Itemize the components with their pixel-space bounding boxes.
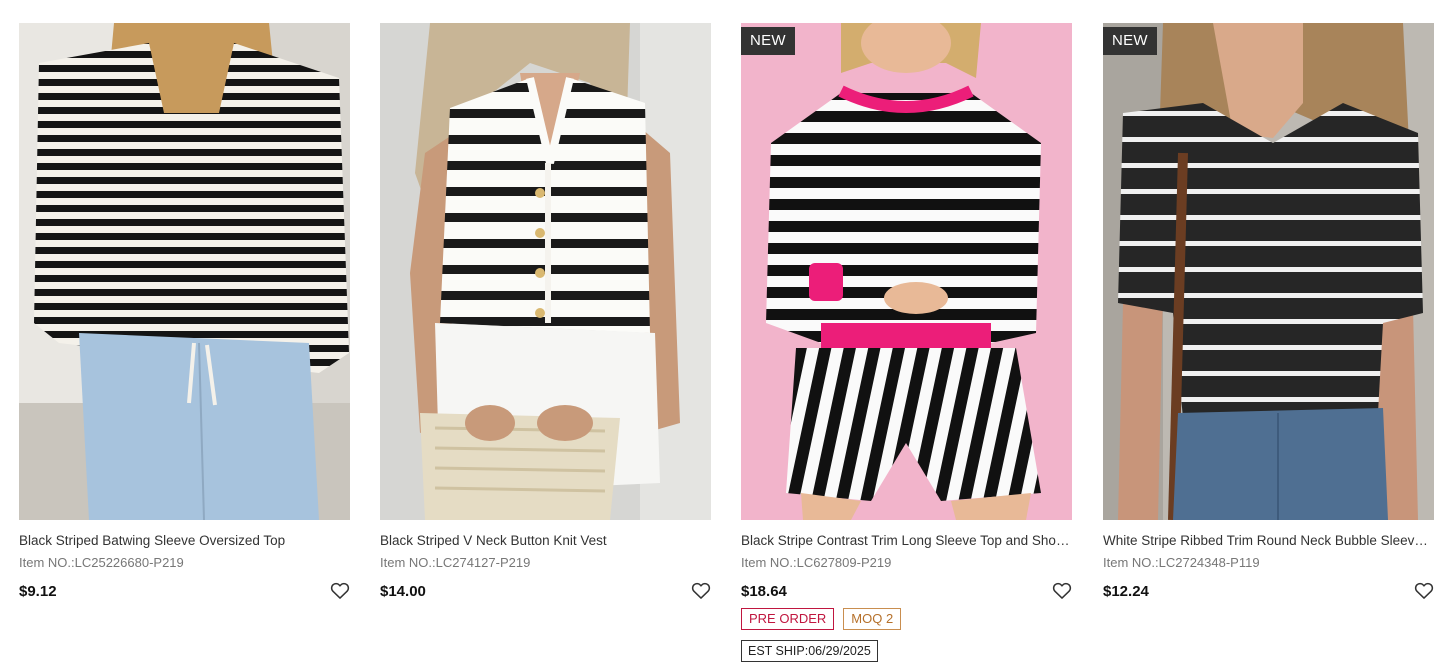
new-badge: NEW	[741, 27, 795, 55]
product-image[interactable]	[19, 23, 350, 520]
heart-outline-icon[interactable]	[691, 581, 711, 601]
product-image[interactable]: NEW	[741, 23, 1072, 520]
heart-outline-icon[interactable]	[1052, 581, 1072, 601]
product-card[interactable]: Black Striped V Neck Button Knit Vest It…	[380, 23, 711, 601]
moq-tag: MOQ 2	[843, 608, 902, 630]
product-card[interactable]: Black Striped Batwing Sleeve Oversized T…	[19, 23, 350, 601]
heart-outline-icon[interactable]	[1414, 581, 1434, 601]
product-price: $12.24	[1103, 583, 1149, 600]
product-title[interactable]: Black Striped V Neck Button Knit Vest	[380, 533, 711, 549]
product-tags: PRE ORDER MOQ 2	[741, 608, 1072, 630]
product-price: $9.12	[19, 583, 57, 600]
product-title[interactable]: White Stripe Ribbed Trim Round Neck Bubb…	[1103, 533, 1434, 549]
product-title[interactable]: Black Stripe Contrast Trim Long Sleeve T…	[741, 533, 1072, 549]
product-card[interactable]: NEW White Stripe Ribbed Trim Round Neck …	[1103, 23, 1434, 601]
product-price: $18.64	[741, 583, 787, 600]
product-card[interactable]: NEW Black Stripe Contrast Trim Long Slee…	[741, 23, 1072, 662]
item-number: Item NO.:LC274127-P219	[380, 555, 531, 570]
est-ship-date: EST SHIP:06/29/2025	[741, 640, 878, 662]
item-number: Item NO.:LC25226680-P219	[19, 555, 184, 570]
heart-outline-icon[interactable]	[330, 581, 350, 601]
item-number: Item NO.:LC627809-P219	[741, 555, 892, 570]
product-title[interactable]: Black Striped Batwing Sleeve Oversized T…	[19, 533, 350, 549]
pre-order-tag: PRE ORDER	[741, 608, 835, 630]
new-badge: NEW	[1103, 27, 1157, 55]
product-image[interactable]: NEW	[1103, 23, 1434, 520]
item-number: Item NO.:LC2724348-P119	[1103, 555, 1260, 570]
product-image[interactable]	[380, 23, 711, 520]
product-price: $14.00	[380, 583, 426, 600]
